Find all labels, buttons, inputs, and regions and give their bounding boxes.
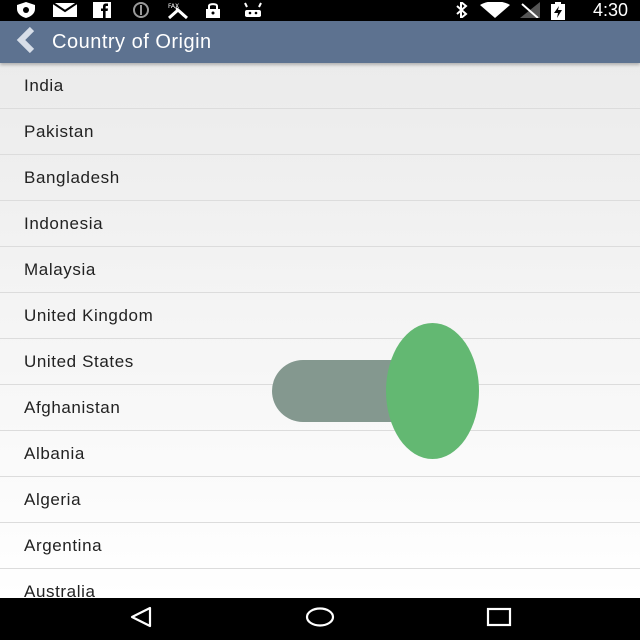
blocked-icon xyxy=(132,2,150,18)
list-item-pakistan[interactable]: Pakistan xyxy=(0,109,640,155)
wifi-icon xyxy=(480,2,510,18)
list-item-malaysia[interactable]: Malaysia xyxy=(0,247,640,293)
list-item-bangladesh[interactable]: Bangladesh xyxy=(0,155,640,201)
clock-time: 4:30 xyxy=(592,0,628,20)
nav-home-button[interactable] xyxy=(290,598,350,640)
chevron-left-icon xyxy=(15,26,37,57)
list-item-australia[interactable]: Australia xyxy=(0,569,640,598)
mail-icon xyxy=(53,2,77,18)
shield-icon xyxy=(16,2,36,18)
facebook-icon xyxy=(93,2,111,18)
drag-handle-knob[interactable] xyxy=(386,323,479,459)
back-triangle-icon xyxy=(128,606,154,632)
lock-icon xyxy=(205,2,221,18)
recents-square-icon xyxy=(485,606,513,632)
nav-recents-button[interactable] xyxy=(469,598,529,640)
nav-back-button[interactable] xyxy=(111,598,171,640)
page-title: Country of Origin xyxy=(52,31,212,53)
app-toolbar: Country of Origin xyxy=(0,21,640,63)
list-item-india[interactable]: India xyxy=(0,63,640,109)
bluetooth-icon xyxy=(455,2,469,18)
list-item-argentina[interactable]: Argentina xyxy=(0,523,640,569)
battery-charging-icon xyxy=(551,2,565,20)
list-item-algeria[interactable]: Algeria xyxy=(0,477,640,523)
back-button[interactable] xyxy=(8,21,44,63)
status-bar: FAX 4:30 xyxy=(0,0,640,21)
list-item-indonesia[interactable]: Indonesia xyxy=(0,201,640,247)
drag-handle-icon[interactable] xyxy=(272,323,480,459)
fax-icon: FAX xyxy=(166,2,190,20)
no-signal-icon xyxy=(520,2,540,18)
android-icon xyxy=(243,2,263,18)
navigation-bar xyxy=(0,598,640,640)
home-circle-icon xyxy=(304,606,336,632)
